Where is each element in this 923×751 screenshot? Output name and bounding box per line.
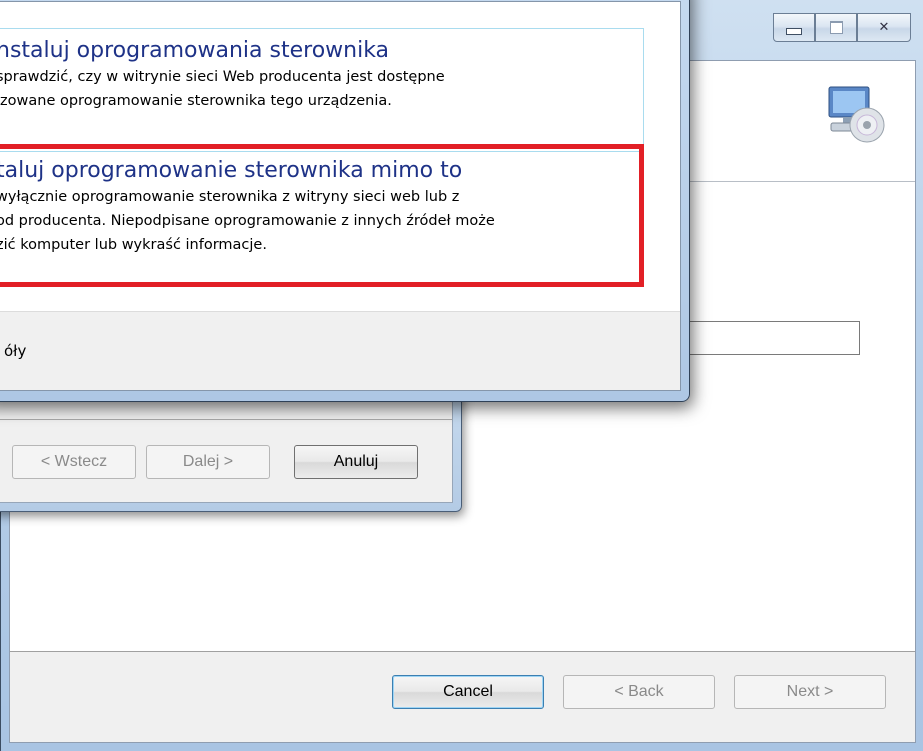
option-install-anyway[interactable]: taluj oprogramowanie sterownika mimo to … bbox=[0, 144, 644, 287]
back-button[interactable]: < Back bbox=[563, 675, 715, 709]
monitor-cd-icon bbox=[828, 86, 885, 143]
minimize-icon bbox=[786, 28, 802, 35]
option-do-not-install-line1: sprawdzić, czy w witrynie sieci Web prod… bbox=[0, 69, 445, 85]
details-toggle[interactable]: óły bbox=[4, 342, 26, 360]
back-button-label: < Back bbox=[614, 683, 664, 700]
option-install-anyway-line3: zić komputer lub wykraść informacje. bbox=[0, 237, 267, 253]
minimize-button[interactable] bbox=[773, 13, 815, 42]
option-do-not-install[interactable]: nstaluj oprogramowania sterownika sprawd… bbox=[0, 28, 644, 152]
wizard-footer: Cancel < Back Next > bbox=[10, 651, 915, 742]
cancel-button[interactable]: Cancel bbox=[392, 675, 544, 709]
details-label: óły bbox=[4, 342, 27, 360]
separator bbox=[0, 419, 452, 420]
dialog-footer bbox=[0, 311, 680, 390]
cancel-button-label: Cancel bbox=[443, 683, 493, 700]
close-button[interactable]: ✕ bbox=[857, 13, 911, 42]
close-icon: ✕ bbox=[878, 20, 890, 35]
driver-security-client: nstaluj oprogramowania sterownika sprawd… bbox=[0, 1, 681, 391]
maximize-button[interactable] bbox=[815, 13, 857, 42]
dalej-button[interactable]: Dalej > bbox=[146, 445, 270, 479]
next-button[interactable]: Next > bbox=[734, 675, 886, 709]
driver-security-dialog: nstaluj oprogramowania sterownika sprawd… bbox=[0, 0, 690, 402]
option-do-not-install-line2: izowane oprogramowanie sterownika tego u… bbox=[0, 93, 392, 109]
option-install-anyway-line2: od producenta. Niepodpisane oprogramowan… bbox=[0, 213, 495, 229]
anuluj-button[interactable]: Anuluj bbox=[294, 445, 418, 479]
dalej-button-label: Dalej > bbox=[182, 453, 234, 470]
option-install-anyway-line1: wyłącznie oprogramowanie sterownika z wi… bbox=[0, 189, 460, 205]
anuluj-button-label: Anuluj bbox=[333, 453, 379, 470]
maximize-icon bbox=[829, 21, 843, 34]
wstecz-button[interactable]: < Wstecz bbox=[12, 445, 136, 479]
next-button-label: Next > bbox=[786, 683, 834, 700]
option-install-anyway-title: taluj oprogramowanie sterownika mimo to bbox=[0, 158, 463, 183]
caption-buttons: ✕ bbox=[773, 13, 911, 42]
wstecz-button-label: < Wstecz bbox=[40, 453, 108, 470]
option-do-not-install-title: nstaluj oprogramowania sterownika bbox=[0, 38, 390, 63]
